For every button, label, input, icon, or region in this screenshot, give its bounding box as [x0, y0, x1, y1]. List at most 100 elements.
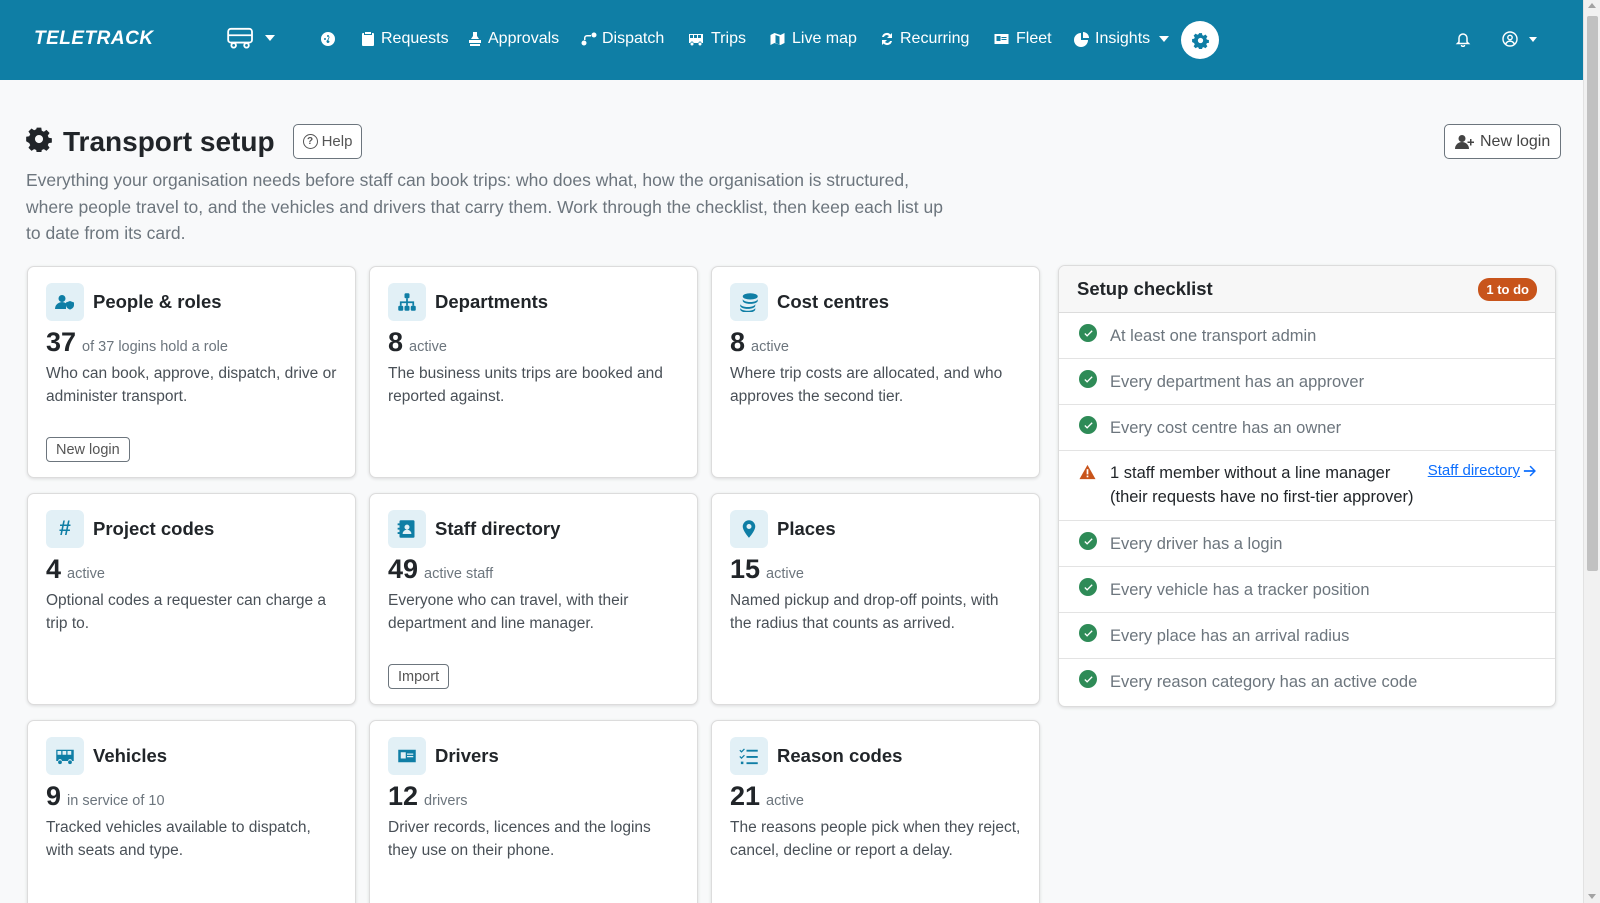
nav-requests[interactable]: Requests [360, 27, 449, 51]
card-title: Staff directory [435, 518, 561, 539]
card-title: People & roles [93, 291, 222, 312]
check-circle-icon [1079, 670, 1097, 688]
card-count-caption: of 37 logins hold a role [82, 339, 228, 355]
nav-approvals-label: Approvals [488, 30, 560, 47]
settings-button[interactable] [1181, 21, 1219, 59]
sitemap-icon [388, 283, 426, 321]
new-login-button-label: New login [1480, 132, 1551, 150]
vehicle-switcher-dropdown[interactable] [226, 26, 275, 50]
card-description: Everyone who can travel, with their depa… [388, 592, 629, 632]
nav-trips-label: Trips [711, 30, 746, 47]
gear-icon [26, 126, 52, 157]
nav-dashboard[interactable] [320, 27, 336, 51]
gear-icon [1191, 32, 1209, 49]
card-staff-directory[interactable]: Staff directory 49 active staff Everyone … [369, 493, 698, 705]
check-circle-icon [1079, 624, 1097, 642]
card-count: 8 [388, 327, 404, 357]
nav-recurring-label: Recurring [900, 30, 970, 47]
bell-icon [1455, 33, 1471, 47]
nav-recurring[interactable]: Recurring [879, 27, 969, 51]
checklist-item: At least one transport admin [1059, 313, 1555, 359]
question-circle-icon: ? [302, 134, 318, 149]
brand-logo[interactable]: TELETRACK [34, 28, 154, 50]
page-intro: Everything your organisation needs befor… [26, 170, 943, 243]
card-count-caption: active [67, 566, 105, 582]
user-plus-icon [1455, 134, 1474, 149]
chevron-down-icon [265, 35, 275, 41]
scrollbar-thumb[interactable] [1587, 16, 1598, 571]
card-description: Tracked vehicles available to dispatch, … [46, 819, 311, 859]
card-project-codes[interactable]: # Project codes 4 active Optional codes a… [27, 493, 356, 705]
card-title: Project codes [93, 518, 215, 539]
card-count: 21 [730, 781, 761, 811]
new-login-button[interactable]: New login [1444, 124, 1562, 159]
card-cost-centres[interactable]: Cost centres 8 active Where trip costs ar… [711, 266, 1040, 478]
card-count: 15 [730, 554, 761, 584]
user-menu-dropdown[interactable] [1502, 27, 1537, 51]
card-departments[interactable]: Departments 8 active The business units t… [369, 266, 698, 478]
card-count: 8 [730, 327, 746, 357]
help-button[interactable]: ? Help [292, 124, 363, 159]
card-count: 49 [388, 554, 419, 584]
checklist-item-text: Every vehicle has a tracker position [1110, 581, 1370, 599]
checklist-item-text: At least one transport admin [1110, 327, 1317, 345]
check-circle-icon [1079, 532, 1097, 550]
staff-directory-link[interactable]: Staff directory [1428, 462, 1537, 479]
page-title: Transport setup [63, 125, 275, 157]
notifications-button[interactable] [1455, 27, 1471, 51]
nav-dispatch[interactable]: Dispatch [581, 27, 664, 51]
card-drivers[interactable]: Drivers 12 drivers Driver records, licenc… [369, 720, 698, 903]
checklist-item: Every driver has a login [1059, 521, 1555, 567]
page-header: Transport setup ? Help [26, 124, 363, 159]
stamp-icon [469, 32, 481, 46]
address-book-icon [388, 510, 426, 548]
card-vehicles[interactable]: Vehicles 9 in service of 10 Tracked vehic… [27, 720, 356, 903]
card-title: Cost centres [777, 291, 890, 312]
card-places[interactable]: Places 15 active Named pickup and drop-of… [711, 493, 1040, 705]
setup-checklist: Setup checklist 1 to do At least one tra… [1058, 265, 1556, 707]
clipboard-icon [362, 32, 374, 46]
chevron-down-icon [1529, 36, 1537, 42]
page-scrollbar[interactable] [1583, 0, 1600, 903]
card-count: 9 [46, 781, 62, 811]
hash-icon: # [46, 510, 84, 548]
scroll-up-arrow-icon[interactable] [1588, 3, 1596, 8]
checklist-item: Every department has an approver [1059, 359, 1555, 405]
scroll-down-arrow-icon[interactable] [1588, 894, 1596, 899]
card-count-caption: active [751, 339, 789, 355]
checklist-item: Every place has an arrival radius [1059, 613, 1555, 659]
checklist-item-text: Every place has an arrival radius [1110, 627, 1350, 645]
coins-icon [730, 283, 768, 321]
nav-fleet[interactable]: Fleet [992, 27, 1052, 51]
gauge-icon [321, 32, 335, 46]
card-count-caption: drivers [424, 793, 468, 809]
card-description: Who can book, approve, dispatch, drive o… [46, 365, 337, 405]
card-reason-codes[interactable]: Reason codes 21 active The reasons people… [711, 720, 1040, 903]
nav-insights[interactable]: Insights [1074, 27, 1170, 51]
card-count-caption: active [766, 566, 804, 582]
bus-icon [46, 737, 84, 775]
card-count-caption: in service of 10 [67, 793, 165, 809]
checklist-item: Every reason category has an active code [1059, 659, 1555, 705]
card-count-caption: active [409, 339, 447, 355]
check-circle-icon [1079, 578, 1097, 596]
card-description: Named pickup and drop-off points, with t… [730, 592, 999, 632]
card-title: Places [777, 518, 836, 539]
repeat-icon [882, 32, 892, 46]
new-login-card-button[interactable]: New login [46, 437, 130, 462]
bus-icon [689, 34, 703, 46]
card-title: Drivers [435, 745, 499, 766]
nav-live-map[interactable]: Live map [768, 27, 857, 51]
checklist-item: Every vehicle has a tracker position [1059, 567, 1555, 613]
card-title: Vehicles [93, 745, 168, 766]
nav-approvals[interactable]: Approvals [467, 27, 559, 51]
warning-triangle-icon [1079, 464, 1097, 482]
card-count: 12 [388, 781, 419, 811]
staff-directory-link-label: Staff directory [1427, 462, 1520, 479]
card-count-caption: active staff [424, 566, 494, 582]
card-people-roles[interactable]: People & roles 37 of 37 logins hold a rol… [27, 266, 356, 478]
import-button[interactable]: Import [388, 664, 450, 689]
card-count: 37 [46, 327, 77, 357]
nav-trips[interactable]: Trips [686, 27, 746, 51]
check-circle-icon [1079, 416, 1097, 434]
